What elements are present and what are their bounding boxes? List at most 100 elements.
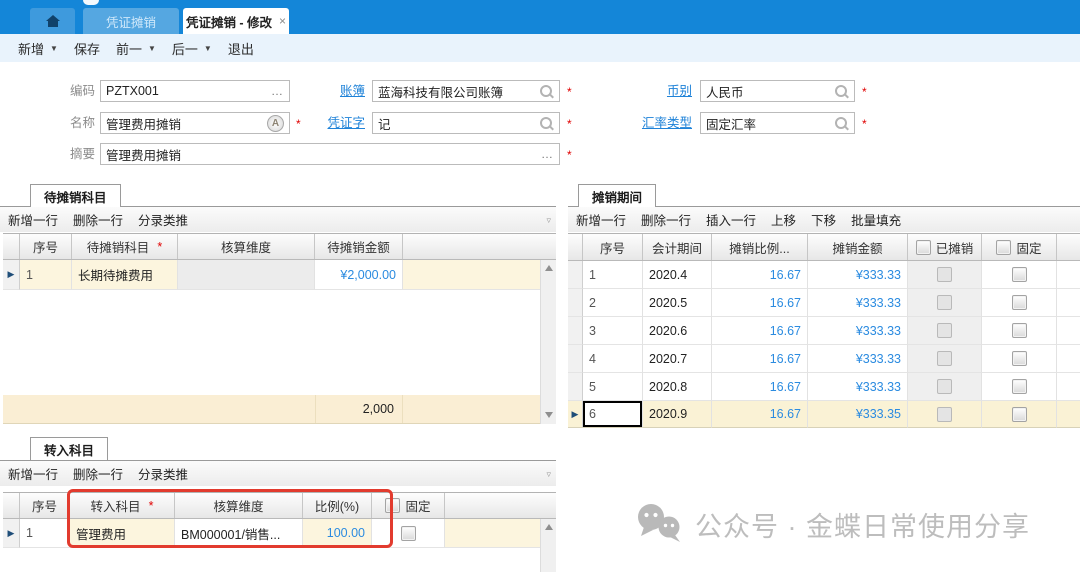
amount-cell[interactable]: ¥333.35	[808, 401, 908, 428]
scroll-up-icon[interactable]	[545, 524, 553, 530]
currency-field[interactable]: 人民币	[700, 80, 855, 102]
move-up-button[interactable]: 上移	[771, 210, 796, 229]
previous-button[interactable]: 前一 ▼	[116, 39, 156, 58]
fixed-header-checkbox[interactable]	[996, 240, 1011, 255]
amount-column-header[interactable]: 待摊销金额	[315, 234, 403, 259]
amount-cell[interactable]: ¥333.33	[808, 345, 908, 373]
period-cell[interactable]: 2020.9	[643, 401, 712, 428]
subject-column-header[interactable]: 待摊销科目*	[72, 234, 178, 259]
exit-button[interactable]: 退出	[228, 39, 254, 58]
seq-cell[interactable]: 1	[583, 261, 643, 289]
amount-column-header[interactable]: 摊销金额	[808, 234, 908, 260]
period-panel-tab[interactable]: 摊销期间	[578, 184, 656, 207]
seq-cell[interactable]: 1	[20, 260, 72, 290]
subject-cell[interactable]: 长期待摊费用	[72, 260, 178, 290]
ellipsis-button[interactable]: …	[541, 149, 554, 159]
add-row-button[interactable]: 新增一行	[8, 210, 58, 229]
search-icon[interactable]	[835, 117, 847, 129]
add-row-button[interactable]: 新增一行	[8, 464, 58, 483]
search-icon[interactable]	[540, 85, 552, 97]
entry-analogy-button[interactable]: 分录类推	[138, 210, 188, 229]
seq-column-header[interactable]: 序号	[20, 234, 72, 259]
multilanguage-icon[interactable]: A	[267, 115, 284, 132]
fixed-checkbox[interactable]	[1012, 407, 1027, 422]
seq-column-header[interactable]: 序号	[20, 493, 70, 518]
close-icon[interactable]: ×	[279, 14, 286, 28]
period-column-header[interactable]: 会计期间	[643, 234, 712, 260]
tab-voucher-amortization-edit[interactable]: 凭证摊销 - 修改 ×	[183, 8, 289, 34]
search-icon[interactable]	[835, 85, 847, 97]
grid-split-icon[interactable]: ▿	[546, 215, 551, 226]
period-cell[interactable]: 2020.7	[643, 345, 712, 373]
ratio-cell[interactable]: 16.67	[712, 261, 808, 289]
book-field[interactable]: 蓝海科技有限公司账簿	[372, 80, 560, 102]
fixed-checkbox[interactable]	[1012, 295, 1027, 310]
delete-row-button[interactable]: 删除一行	[73, 464, 123, 483]
currency-link[interactable]: 币别	[630, 80, 692, 102]
ratio-cell[interactable]: 16.67	[712, 401, 808, 428]
period-cell[interactable]: 2020.5	[643, 289, 712, 317]
fixed-header-checkbox[interactable]	[385, 498, 400, 513]
fixed-checkbox[interactable]	[1012, 379, 1027, 394]
fixed-checkbox[interactable]	[401, 526, 416, 541]
save-button[interactable]: 保存	[74, 39, 100, 58]
pending-panel-tab[interactable]: 待摊销科目	[30, 184, 121, 207]
period-cell[interactable]: 2020.4	[643, 261, 712, 289]
seq-cell-selected[interactable]: 6	[583, 401, 643, 428]
ratio-cell[interactable]: 16.67	[712, 373, 808, 401]
grid-split-icon[interactable]: ▿	[546, 469, 551, 480]
seq-cell[interactable]: 3	[583, 317, 643, 345]
voucher-word-link[interactable]: 凭证字	[325, 112, 365, 134]
seq-cell[interactable]: 4	[583, 345, 643, 373]
ratio-cell[interactable]: 16.67	[712, 345, 808, 373]
amount-cell[interactable]: ¥333.33	[808, 373, 908, 401]
fixed-checkbox[interactable]	[1012, 267, 1027, 282]
transfer-panel-tab[interactable]: 转入科目	[30, 437, 108, 460]
batch-fill-button[interactable]: 批量填充	[851, 210, 901, 229]
ratio-cell[interactable]: 16.67	[712, 317, 808, 345]
subject-cell[interactable]: 管理费用	[70, 519, 175, 548]
rate-type-link[interactable]: 汇率类型	[640, 112, 692, 134]
search-icon[interactable]	[540, 117, 552, 129]
amortized-header-checkbox[interactable]	[916, 240, 931, 255]
chevron-down-icon[interactable]: ▼	[50, 44, 58, 53]
new-button[interactable]: 新增 ▼	[18, 39, 58, 58]
period-cell[interactable]: 2020.8	[643, 373, 712, 401]
fixed-checkbox[interactable]	[1012, 351, 1027, 366]
fixed-column-header[interactable]: 固定	[982, 234, 1057, 260]
add-row-button[interactable]: 新增一行	[576, 210, 626, 229]
chevron-down-icon[interactable]: ▼	[204, 44, 212, 53]
code-field[interactable]: PZTX001 …	[100, 80, 290, 102]
entry-analogy-button[interactable]: 分录类推	[138, 464, 188, 483]
ratio-cell[interactable]: 100.00	[303, 519, 372, 548]
dimension-column-header[interactable]: 核算维度	[175, 493, 303, 518]
name-field[interactable]: 管理费用摊销 A	[100, 112, 290, 134]
amount-cell[interactable]: ¥333.33	[808, 261, 908, 289]
insert-row-button[interactable]: 插入一行	[706, 210, 756, 229]
dimension-column-header[interactable]: 核算维度	[178, 234, 315, 259]
scroll-up-icon[interactable]	[545, 265, 553, 271]
voucher-word-field[interactable]: 记	[372, 112, 560, 134]
seq-cell[interactable]: 1	[20, 519, 70, 548]
dimension-cell[interactable]: BM000001/销售...	[175, 519, 303, 548]
amortized-column-header[interactable]: 已摊销	[908, 234, 982, 260]
scroll-down-icon[interactable]	[545, 412, 553, 418]
dimension-cell[interactable]	[178, 260, 315, 290]
seq-cell[interactable]: 5	[583, 373, 643, 401]
pending-grid-scrollbar[interactable]	[540, 260, 556, 424]
book-link[interactable]: 账簿	[320, 80, 365, 102]
tab-home[interactable]	[30, 8, 75, 34]
transfer-grid-scrollbar[interactable]	[540, 519, 556, 572]
move-down-button[interactable]: 下移	[811, 210, 836, 229]
fixed-checkbox[interactable]	[1012, 323, 1027, 338]
summary-field[interactable]: 管理费用摊销 …	[100, 143, 560, 165]
delete-row-button[interactable]: 删除一行	[641, 210, 691, 229]
period-cell[interactable]: 2020.6	[643, 317, 712, 345]
next-button[interactable]: 后一 ▼	[172, 39, 212, 58]
chevron-down-icon[interactable]: ▼	[148, 44, 156, 53]
seq-column-header[interactable]: 序号	[583, 234, 643, 260]
amount-cell[interactable]: ¥2,000.00	[315, 260, 403, 290]
ratio-cell[interactable]: 16.67	[712, 289, 808, 317]
ellipsis-button[interactable]: …	[271, 86, 284, 96]
tab-voucher-amortization-list[interactable]: 凭证摊销	[83, 8, 179, 34]
